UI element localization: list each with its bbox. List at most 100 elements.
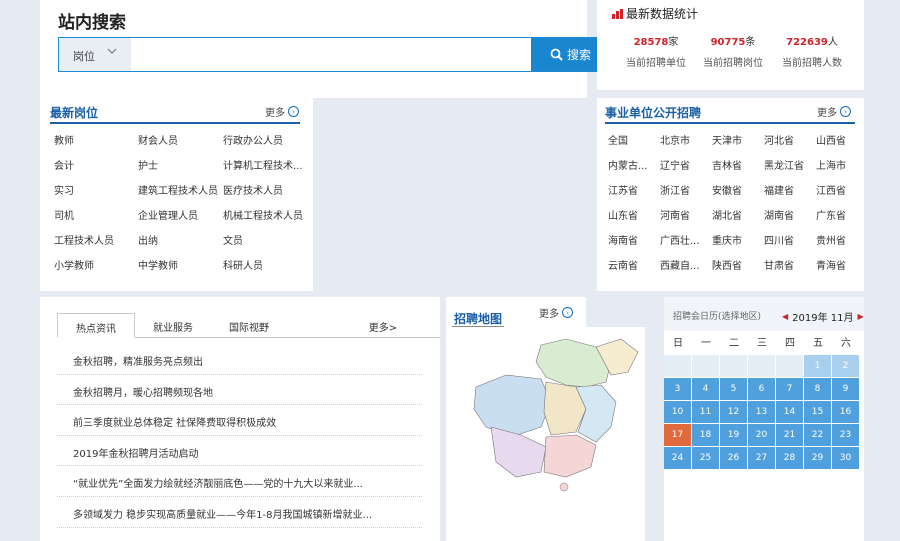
region-link[interactable]: 全国	[608, 132, 660, 157]
search-category-select[interactable]: 岗位	[59, 38, 131, 71]
calendar-day[interactable]: 10	[664, 401, 691, 423]
job-link[interactable]: 机械工程技术人员	[223, 207, 313, 232]
calendar-day[interactable]: 28	[776, 447, 803, 469]
calendar-day[interactable]: 5	[720, 378, 747, 400]
region-link[interactable]: 江苏省	[608, 182, 660, 207]
calendar-day[interactable]: 24	[664, 447, 691, 469]
region-link[interactable]: 上海市	[816, 157, 868, 182]
calendar-day[interactable]: 19	[720, 424, 747, 446]
region-link[interactable]: 海南省	[608, 232, 660, 257]
calendar-day[interactable]: 26	[720, 447, 747, 469]
calendar-day[interactable]: 12	[720, 401, 747, 423]
calendar-day[interactable]: 25	[692, 447, 719, 469]
region-link[interactable]: 陕西省	[712, 257, 764, 282]
calendar-day[interactable]: 22	[804, 424, 831, 446]
calendar-day[interactable]: 30	[832, 447, 859, 469]
calendar-day[interactable]: 18	[692, 424, 719, 446]
job-link[interactable]: 中学教师	[138, 257, 223, 282]
stat-unit: 人	[827, 37, 838, 48]
job-link[interactable]: 建筑工程技术人员	[138, 182, 223, 207]
news-item[interactable]: 前三季度就业总体稳定 社保降费取得积极成效	[57, 405, 422, 436]
calendar-day[interactable]: 1	[804, 355, 831, 377]
news-item[interactable]: 金秋招聘月，暖心招聘频现各地	[57, 375, 422, 406]
region-link[interactable]: 江西省	[816, 182, 868, 207]
calendar-day[interactable]: 13	[748, 401, 775, 423]
news-item[interactable]: “就业优先”全面发力绘就经济靓丽底色——党的十九大以来就业...	[57, 466, 422, 497]
calendar-day[interactable]: 21	[776, 424, 803, 446]
region-link[interactable]: 湖南省	[764, 207, 816, 232]
job-link[interactable]: 企业管理人员	[138, 207, 223, 232]
region-link[interactable]: 内蒙古...	[608, 157, 660, 182]
calendar-day[interactable]: 4	[692, 378, 719, 400]
tab-employment-service[interactable]: 就业服务	[135, 313, 211, 338]
calendar-day[interactable]: 11	[692, 401, 719, 423]
job-link[interactable]: 计算机工程技术...	[223, 157, 313, 182]
job-link[interactable]: 科研人员	[223, 257, 313, 282]
tab-international[interactable]: 国际视野	[211, 313, 287, 338]
region-link[interactable]: 天津市	[712, 132, 764, 157]
job-link[interactable]: 出纳	[138, 232, 223, 257]
region-link[interactable]: 北京市	[660, 132, 712, 157]
region-link[interactable]: 青海省	[816, 257, 868, 282]
job-link[interactable]: 财会人员	[138, 132, 223, 157]
calendar-day[interactable]: 8	[804, 378, 831, 400]
units-more-link[interactable]: 更多 ›	[817, 104, 851, 119]
calendar-day[interactable]: 27	[748, 447, 775, 469]
news-item[interactable]: 2019年金秋招聘月活动启动	[57, 436, 422, 467]
job-link[interactable]: 工程技术人员	[54, 232, 138, 257]
region-link[interactable]: 广东省	[816, 207, 868, 232]
calendar-day[interactable]: 20	[748, 424, 775, 446]
region-link[interactable]: 山东省	[608, 207, 660, 232]
job-link[interactable]: 小学教师	[54, 257, 138, 282]
calendar-day[interactable]: 14	[776, 401, 803, 423]
china-map[interactable]	[446, 327, 645, 541]
region-link[interactable]: 浙江省	[660, 182, 712, 207]
job-link[interactable]: 实习	[54, 182, 138, 207]
region-link[interactable]: 湖北省	[712, 207, 764, 232]
region-link[interactable]: 黑龙江省	[764, 157, 816, 182]
region-link[interactable]: 河南省	[660, 207, 712, 232]
region-link[interactable]: 吉林省	[712, 157, 764, 182]
region-link[interactable]: 云南省	[608, 257, 660, 282]
news-item[interactable]: 金秋招聘，精准服务亮点频出	[57, 344, 422, 375]
job-link[interactable]: 教师	[54, 132, 138, 157]
units-title: 事业单位公开招聘	[605, 106, 702, 120]
job-link[interactable]: 行政办公人员	[223, 132, 313, 157]
calendar-day[interactable]: 2	[832, 355, 859, 377]
job-link[interactable]: 文员	[223, 232, 313, 257]
region-link[interactable]: 辽宁省	[660, 157, 712, 182]
region-link[interactable]: 福建省	[764, 182, 816, 207]
region-link[interactable]: 四川省	[764, 232, 816, 257]
calendar-day[interactable]: 3	[664, 378, 691, 400]
weekday-label: 二	[729, 338, 739, 349]
job-link[interactable]: 护士	[138, 157, 223, 182]
calendar-day[interactable]: 16	[832, 401, 859, 423]
region-link[interactable]: 山西省	[816, 132, 868, 157]
map-more-link[interactable]: 更多 ›	[539, 305, 573, 320]
calendar-day[interactable]: 7	[776, 378, 803, 400]
job-link[interactable]: 医疗技术人员	[223, 182, 313, 207]
calendar-day[interactable]: 6	[748, 378, 775, 400]
region-link[interactable]: 重庆市	[712, 232, 764, 257]
job-link[interactable]: 会计	[54, 157, 138, 182]
calendar-day[interactable]: 15	[804, 401, 831, 423]
region-link[interactable]: 河北省	[764, 132, 816, 157]
region-link[interactable]: 西藏自...	[660, 257, 712, 282]
news-more-link[interactable]: 更多>	[357, 313, 409, 338]
tab-hot-news[interactable]: 热点资讯	[57, 313, 135, 338]
region-link[interactable]: 广西壮...	[660, 232, 712, 257]
next-month-icon[interactable]: ▶	[858, 312, 864, 321]
job-link[interactable]: 司机	[54, 207, 138, 232]
region-link[interactable]: 安徽省	[712, 182, 764, 207]
calendar-day[interactable]: 23	[832, 424, 859, 446]
calendar-day[interactable]: 17	[664, 424, 691, 446]
jobs-more-link[interactable]: 更多 ›	[265, 104, 299, 119]
calendar-title[interactable]: 招聘会日历(选择地区)	[673, 309, 761, 322]
calendar-day[interactable]: 29	[804, 447, 831, 469]
search-input[interactable]	[131, 38, 491, 71]
prev-month-icon[interactable]: ◀	[782, 312, 788, 321]
region-link[interactable]: 贵州省	[816, 232, 868, 257]
calendar-day[interactable]: 9	[832, 378, 859, 400]
news-item[interactable]: 多领域发力 稳步实现高质量就业——今年1-8月我国城镇新增就业...	[57, 497, 422, 528]
region-link[interactable]: 甘肃省	[764, 257, 816, 282]
